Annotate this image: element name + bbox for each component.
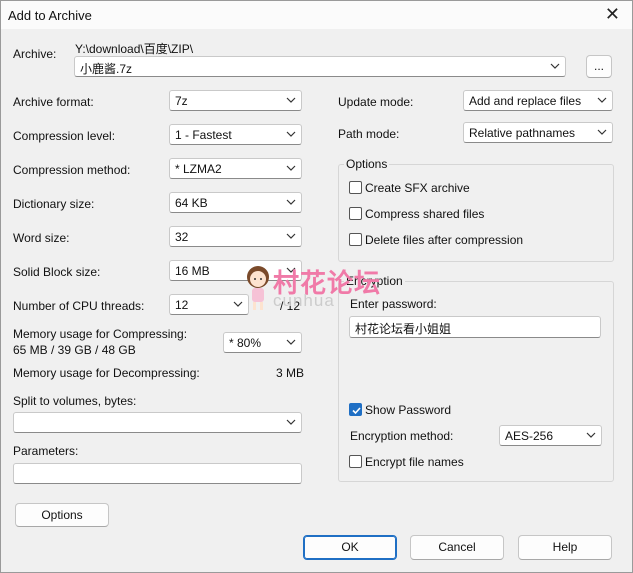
checkbox-box	[349, 181, 362, 194]
archive-name-value: 小鹿酱.7z	[80, 62, 133, 76]
chevron-down-icon	[232, 297, 244, 311]
archive-format-value: 7z	[175, 94, 188, 108]
word-size-label: Word size:	[13, 231, 70, 245]
word-size-value: 32	[175, 230, 189, 244]
chevron-down-icon	[285, 161, 297, 175]
cpu-threads-max: / 12	[280, 299, 301, 313]
memory-percent-value: * 80%	[229, 336, 262, 350]
solid-block-size-value: 16 MB	[175, 264, 210, 278]
chevron-down-icon	[285, 127, 297, 141]
compress-shared-label: Compress shared files	[365, 207, 485, 221]
options-group-title: Options	[344, 157, 390, 171]
close-icon[interactable]: ✕	[605, 4, 620, 24]
archive-path: Y:\download\百度\ZIP\	[75, 42, 194, 56]
chevron-down-icon	[285, 415, 297, 429]
chevron-down-icon	[596, 93, 608, 107]
compress-shared-checkbox[interactable]: Compress shared files	[349, 207, 484, 221]
chevron-down-icon	[285, 229, 297, 243]
compression-method-label: Compression method:	[13, 163, 131, 177]
checkbox-box	[349, 207, 362, 220]
path-mode-value: Relative pathnames	[469, 126, 576, 140]
archive-format-select[interactable]: 7z	[169, 90, 302, 111]
path-mode-select[interactable]: Relative pathnames	[463, 122, 613, 143]
compression-level-label: Compression level:	[13, 129, 116, 143]
show-password-label: Show Password	[365, 403, 452, 417]
chevron-down-icon	[285, 93, 297, 107]
memory-percent-select[interactable]: * 80%	[223, 332, 302, 353]
archive-name-combo[interactable]: 小鹿酱.7z	[74, 56, 566, 77]
update-mode-label: Update mode:	[338, 95, 414, 109]
password-input[interactable]: 村花论坛看小姐姐	[349, 316, 601, 338]
options-button[interactable]: Options	[15, 503, 109, 527]
add-to-archive-dialog: Add to Archive ✕ Archive: Y:\download\百度…	[0, 0, 633, 573]
memory-compress-value: 65 MB / 39 GB / 48 GB	[13, 343, 136, 357]
archive-label-text: Archive:	[13, 47, 57, 61]
cpu-threads-label: Number of CPU threads:	[13, 299, 145, 313]
delete-after-checkbox[interactable]: Delete files after compression	[349, 233, 523, 247]
ok-button[interactable]: OK	[303, 535, 397, 560]
split-volumes-label: Split to volumes, bytes:	[13, 394, 137, 408]
memory-decompress-label: Memory usage for Decompressing:	[13, 366, 200, 380]
show-password-checkbox[interactable]: Show Password	[349, 403, 451, 417]
checkbox-checked-box	[349, 403, 362, 416]
encryption-method-label: Encryption method:	[350, 429, 454, 443]
title-bar: Add to Archive ✕	[1, 1, 632, 29]
archive-label: Archive:	[13, 47, 56, 61]
memory-compress-label: Memory usage for Compressing:	[13, 327, 188, 341]
encryption-group-title: Encryption	[344, 274, 405, 288]
compression-level-select[interactable]: 1 - Fastest	[169, 124, 302, 145]
parameters-label: Parameters:	[13, 444, 79, 458]
checkbox-box	[349, 455, 362, 468]
chevron-down-icon	[285, 335, 297, 349]
compression-method-value: * LZMA2	[175, 162, 222, 176]
encryption-method-value: AES-256	[505, 429, 554, 443]
solid-block-size-label: Solid Block size:	[13, 265, 101, 279]
dictionary-size-value: 64 KB	[175, 196, 208, 210]
dialog-title: Add to Archive	[8, 8, 92, 23]
encryption-group	[338, 281, 614, 482]
compression-level-value: 1 - Fastest	[175, 128, 232, 142]
create-sfx-checkbox[interactable]: Create SFX archive	[349, 181, 470, 195]
chevron-down-icon	[285, 263, 297, 277]
chevron-down-icon	[285, 195, 297, 209]
browse-button[interactable]: ...	[586, 55, 612, 78]
help-button[interactable]: Help	[518, 535, 612, 560]
dictionary-size-label: Dictionary size:	[13, 197, 95, 211]
archive-format-label: Archive format:	[13, 95, 94, 109]
word-size-select[interactable]: 32	[169, 226, 302, 247]
split-volumes-select[interactable]	[13, 412, 302, 433]
checkmark-icon	[352, 407, 361, 415]
compression-method-select[interactable]: * LZMA2	[169, 158, 302, 179]
memory-decompress-value: 3 MB	[276, 366, 305, 380]
chevron-down-icon	[549, 59, 561, 73]
checkbox-box	[349, 233, 362, 246]
chevron-down-icon	[596, 125, 608, 139]
encryption-method-select[interactable]: AES-256	[499, 425, 602, 446]
cancel-button[interactable]: Cancel	[410, 535, 504, 560]
solid-block-size-select[interactable]: 16 MB	[169, 260, 302, 281]
delete-after-label: Delete files after compression	[365, 233, 524, 247]
cpu-threads-select[interactable]: 12	[169, 294, 249, 315]
update-mode-value: Add and replace files	[469, 94, 582, 108]
create-sfx-label: Create SFX archive	[365, 181, 470, 195]
encrypt-names-checkbox[interactable]: Encrypt file names	[349, 455, 464, 469]
cpu-threads-value: 12	[175, 298, 189, 312]
dictionary-size-select[interactable]: 64 KB	[169, 192, 302, 213]
update-mode-select[interactable]: Add and replace files	[463, 90, 613, 111]
chevron-down-icon	[585, 428, 597, 442]
password-label: Enter password:	[350, 297, 437, 311]
parameters-input[interactable]	[13, 463, 302, 484]
path-mode-label: Path mode:	[338, 127, 400, 141]
encrypt-names-label: Encrypt file names	[365, 455, 464, 469]
